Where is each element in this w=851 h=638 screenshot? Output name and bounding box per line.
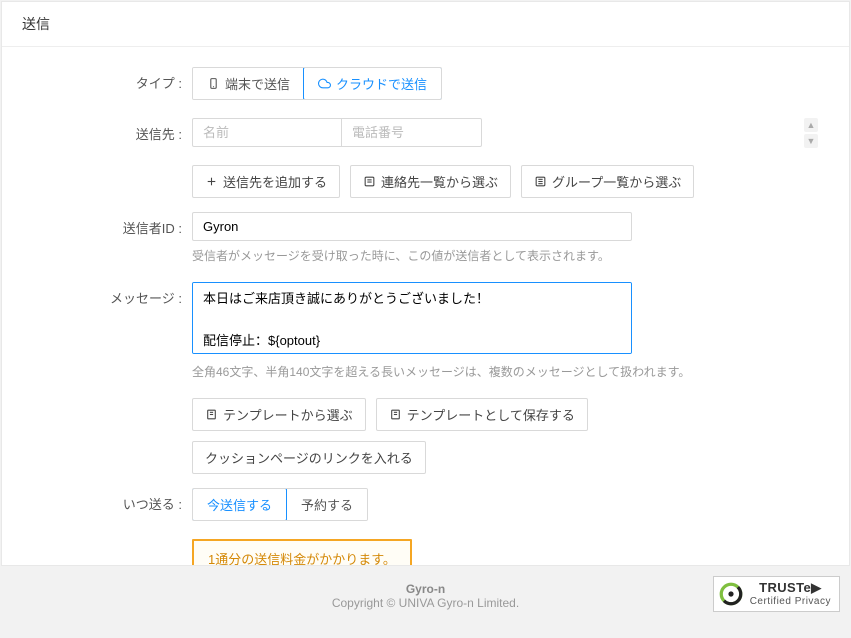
phone-icon [207, 77, 220, 90]
recipient-label: 送信先 : [22, 118, 192, 143]
truste-sub: Certified Privacy [750, 596, 831, 607]
reserve-button[interactable]: 予約する [286, 489, 367, 520]
truste-icon [718, 581, 744, 607]
scroll-indicator: ▲▼ [804, 118, 818, 148]
group-icon [534, 175, 547, 188]
schedule-segmented: 今送信する 予約する [192, 488, 368, 521]
schedule-label: いつ送る : [22, 488, 192, 513]
save-template-button[interactable]: テンプレートとして保存する [376, 398, 588, 431]
save-icon [389, 408, 402, 421]
message-textarea[interactable] [192, 282, 632, 354]
truste-title: TRUSTe▶ [750, 581, 831, 595]
recipient-phone-input[interactable] [342, 118, 482, 147]
sender-hint: 受信者がメッセージを受け取った時に、この値が送信者として表示されます。 [192, 247, 782, 264]
message-label: メッセージ : [22, 282, 192, 307]
truste-badge[interactable]: TRUSTe▶ Certified Privacy [713, 576, 840, 612]
type-label: タイプ : [22, 67, 192, 92]
sender-label: 送信者ID : [22, 212, 192, 237]
cushion-link-button[interactable]: クッションページのリンクを入れる [192, 441, 426, 474]
footer: Gyro-n Copyright © UNIVA Gyro-n Limited.… [1, 566, 850, 626]
type-device-button[interactable]: 端末で送信 [193, 68, 304, 99]
template-icon [205, 408, 218, 421]
contacts-icon [363, 175, 376, 188]
type-segmented: 端末で送信 クラウドで送信 [192, 67, 442, 100]
type-cloud-button[interactable]: クラウドで送信 [303, 67, 442, 100]
sender-id-input[interactable] [192, 212, 632, 241]
recipient-name-input[interactable] [192, 118, 342, 147]
send-panel: 送信 タイプ : 端末で送信 クラウドで送信 [1, 1, 850, 566]
choose-template-button[interactable]: テンプレートから選ぶ [192, 398, 366, 431]
add-recipient-button[interactable]: 送信先を追加する [192, 165, 340, 198]
choose-contacts-button[interactable]: 連絡先一覧から選ぶ [350, 165, 511, 198]
plus-icon [205, 175, 218, 188]
cloud-icon [318, 77, 331, 90]
message-hint: 全角46文字、半角140文字を超える長いメッセージは、複数のメッセージとして扱わ… [192, 363, 782, 380]
fee-warning: 1通分の送信料金がかかります。 [192, 539, 412, 566]
send-now-button[interactable]: 今送信する [192, 488, 287, 521]
choose-groups-button[interactable]: グループ一覧から選ぶ [521, 165, 694, 198]
panel-title: 送信 [2, 2, 849, 47]
